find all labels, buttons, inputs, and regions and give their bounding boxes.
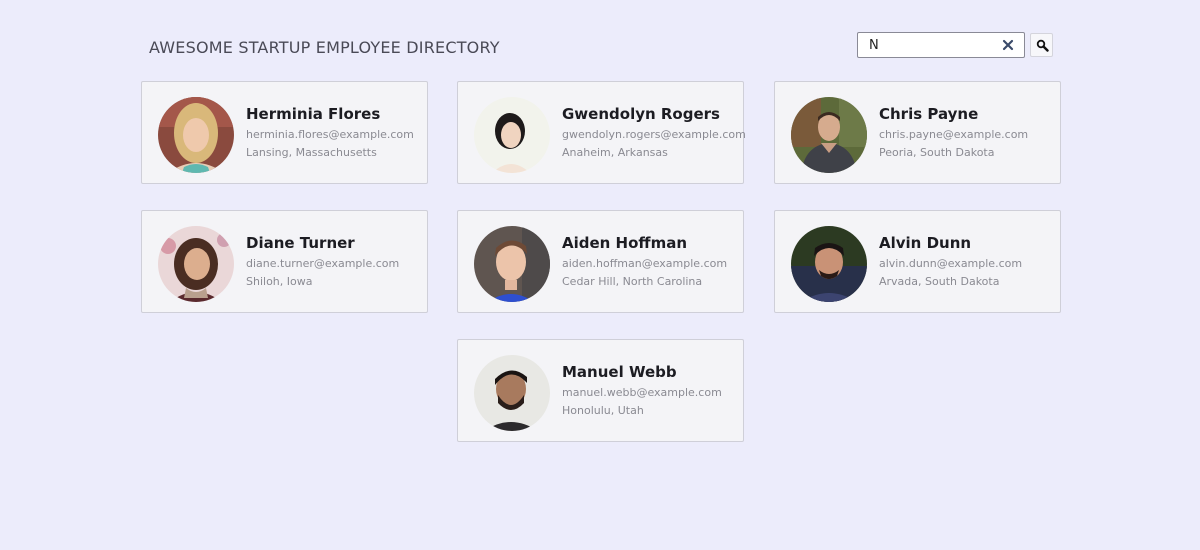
employee-card[interactable]: Diane Turner diane.turner@example.com Sh…	[141, 210, 428, 313]
employee-card[interactable]: Aiden Hoffman aiden.hoffman@example.com …	[457, 210, 744, 313]
employee-email: diane.turner@example.com	[246, 257, 400, 270]
avatar	[158, 97, 234, 173]
employee-name: Chris Payne	[879, 105, 979, 123]
employee-email: manuel.webb@example.com	[562, 386, 722, 399]
employee-card[interactable]: Alvin Dunn alvin.dunn@example.com Arvada…	[774, 210, 1061, 313]
employee-email: aiden.hoffman@example.com	[562, 257, 728, 270]
employee-location: Arvada, South Dakota	[879, 275, 1000, 288]
employee-email: chris.payne@example.com	[879, 128, 1029, 141]
search-box	[857, 32, 1025, 58]
employee-email: herminia.flores@example.com	[246, 128, 414, 141]
employee-email: gwendolyn.rogers@example.com	[562, 128, 746, 141]
employee-name: Manuel Webb	[562, 363, 677, 381]
employee-name: Herminia Flores	[246, 105, 381, 123]
search-input[interactable]	[858, 33, 1009, 57]
page-title: AWESOME STARTUP EMPLOYEE DIRECTORY	[149, 38, 500, 57]
avatar	[158, 226, 234, 302]
employee-card[interactable]: Herminia Flores herminia.flores@example.…	[141, 81, 428, 184]
avatar	[474, 355, 550, 431]
employee-card[interactable]: Chris Payne chris.payne@example.com Peor…	[774, 81, 1061, 184]
avatar	[474, 97, 550, 173]
clear-search-button[interactable]	[1000, 37, 1016, 53]
close-icon	[1002, 39, 1014, 51]
employee-card[interactable]: Manuel Webb manuel.webb@example.com Hono…	[457, 339, 744, 442]
employee-location: Honolulu, Utah	[562, 404, 644, 417]
employee-location: Anaheim, Arkansas	[562, 146, 668, 159]
employee-name: Gwendolyn Rogers	[562, 105, 720, 123]
avatar	[791, 226, 867, 302]
employee-location: Cedar Hill, North Carolina	[562, 275, 703, 288]
avatar	[474, 226, 550, 302]
avatar	[791, 97, 867, 173]
employee-location: Lansing, Massachusetts	[246, 146, 377, 159]
search-button[interactable]	[1030, 33, 1053, 57]
employee-card[interactable]: Gwendolyn Rogers gwendolyn.rogers@exampl…	[457, 81, 746, 184]
employee-email: alvin.dunn@example.com	[879, 257, 1023, 270]
employee-name: Aiden Hoffman	[562, 234, 688, 252]
employee-location: Shiloh, Iowa	[246, 275, 313, 288]
magnifier-icon	[1036, 39, 1049, 52]
employee-location: Peoria, South Dakota	[879, 146, 995, 159]
employee-name: Alvin Dunn	[879, 234, 972, 252]
employee-name: Diane Turner	[246, 234, 355, 252]
